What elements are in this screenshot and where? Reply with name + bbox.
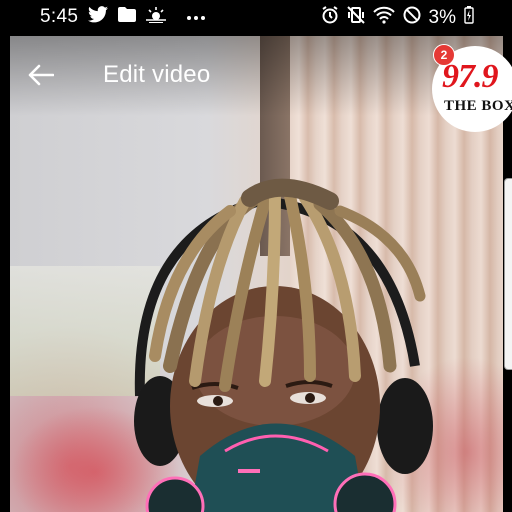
do-not-disturb-icon [403, 6, 421, 29]
back-button[interactable] [24, 58, 58, 92]
page-title: Edit video [103, 61, 211, 88]
status-time: 5:45 [40, 6, 79, 27]
twitter-icon [88, 6, 109, 28]
status-bar-right: 3% [321, 6, 474, 29]
arrow-left-icon [28, 64, 54, 86]
notification-badge[interactable]: 2 [433, 44, 455, 66]
status-bar: 5:45 3% [0, 0, 512, 36]
battery-percent: 3% [428, 6, 456, 28]
folder-icon [118, 7, 137, 27]
vibrate-mute-icon [346, 6, 365, 29]
edge-panel-handle[interactable] [504, 178, 512, 370]
alarm-icon [321, 6, 339, 29]
more-dots-icon [186, 8, 206, 26]
wifi-icon [372, 6, 395, 29]
status-bar-left: 5:45 [40, 6, 206, 28]
battery-charging-icon [464, 6, 474, 29]
station-logo-name: THE BOX [444, 98, 512, 114]
app-bar: Edit video [10, 36, 503, 116]
weather-icon [146, 6, 167, 28]
